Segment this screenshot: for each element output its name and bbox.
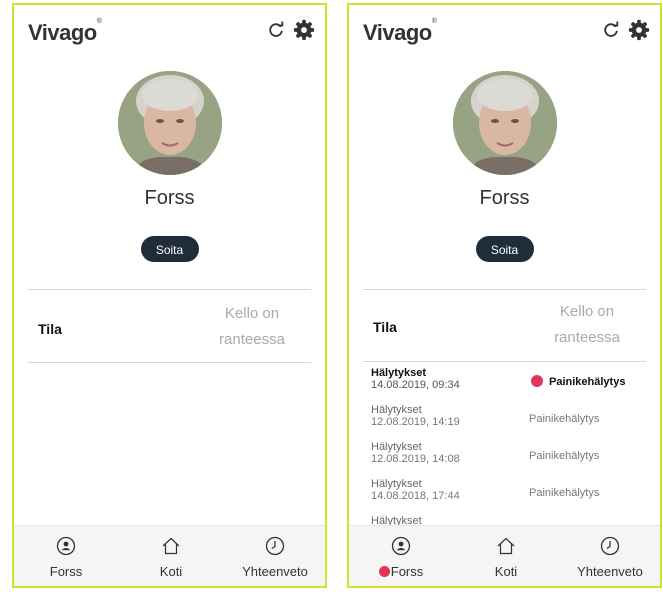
alert-type: Painikehälytys — [549, 376, 626, 388]
notification-dot — [378, 566, 390, 577]
bottom-nav: Forss Koti Yhteenveto — [349, 525, 660, 586]
alert-time: 14.08.2018, 17:44 — [371, 490, 460, 502]
nav-label: Yhteenveto — [242, 564, 308, 579]
home-icon — [162, 537, 180, 555]
divider — [363, 361, 646, 362]
clock-icon — [600, 536, 620, 556]
phone-screen-status: Vivago® Forss Soita Tila Kello on rantee… — [12, 3, 327, 588]
nav-label: Yhteenveto — [577, 564, 643, 579]
profile-name: Forss — [144, 187, 195, 209]
vivago-logo: Vivago® — [363, 18, 437, 45]
nav-label: Forss — [49, 564, 83, 579]
status-label: Tila — [373, 319, 397, 335]
nav-label: Koti — [494, 564, 518, 579]
alert-type: Painikehälytys — [529, 487, 600, 499]
divider — [28, 362, 311, 363]
person-icon — [391, 536, 411, 556]
home-icon — [497, 537, 515, 555]
alert-type: Painikehälytys — [529, 450, 600, 462]
status-label: Tila — [38, 321, 62, 337]
call-button[interactable]: Soita — [475, 236, 534, 262]
nav-person[interactable]: Forss — [351, 526, 451, 586]
alert-time: 12.08.2019, 14:19 — [371, 416, 460, 428]
nav-label: Forss — [351, 564, 451, 579]
profile-name: Forss — [479, 187, 530, 209]
clock-icon — [265, 536, 285, 556]
nav-person[interactable]: Forss — [16, 526, 116, 586]
alert-time: 14.08.2019, 09:34 — [371, 379, 460, 391]
refresh-icon[interactable] — [602, 21, 620, 39]
divider — [28, 289, 311, 290]
nav-summary[interactable]: Yhteenveto — [560, 526, 660, 586]
nav-summary[interactable]: Yhteenveto — [225, 526, 325, 586]
call-button[interactable]: Soita — [140, 236, 199, 262]
alert-title: Hälytykset — [371, 478, 422, 490]
status-value: Kello on ranteessa — [554, 303, 620, 346]
alert-title: Hälytykset — [371, 441, 422, 453]
person-icon — [56, 536, 76, 556]
nav-home[interactable]: Koti — [121, 526, 221, 586]
gear-icon[interactable] — [293, 19, 315, 41]
bottom-nav: Forss Koti Yhteenveto — [14, 525, 325, 586]
phone-screen-alerts: Vivago® Forss Soita Tila Kello on rantee… — [347, 3, 662, 588]
alert-title: Hälytykset — [371, 367, 427, 379]
alert-row[interactable]: Hälytykset 14.08.2018, 17:44 Painikehäly… — [371, 478, 648, 515]
divider — [363, 289, 646, 290]
nav-label: Koti — [159, 564, 183, 579]
avatar — [452, 71, 557, 175]
alert-row[interactable]: Hälytykset 12.08.2019, 14:08 Painikehäly… — [371, 441, 648, 478]
alert-title: Hälytykset — [371, 404, 422, 416]
avatar — [117, 71, 222, 175]
alert-active-dot — [531, 375, 543, 387]
gear-icon[interactable] — [628, 19, 650, 41]
refresh-icon[interactable] — [267, 21, 285, 39]
alert-row[interactable]: Hälytykset 12.08.2019, 14:19 Painikehäly… — [371, 404, 648, 441]
alert-type: Painikehälytys — [529, 413, 600, 425]
status-value: Kello on ranteessa — [219, 305, 285, 348]
alert-row[interactable]: Hälytykset 14.08.2019, 09:34 Painikehäly… — [371, 367, 648, 404]
nav-home[interactable]: Koti — [456, 526, 556, 586]
vivago-logo: Vivago® — [28, 18, 102, 45]
alert-time: 12.08.2019, 14:08 — [371, 453, 460, 465]
